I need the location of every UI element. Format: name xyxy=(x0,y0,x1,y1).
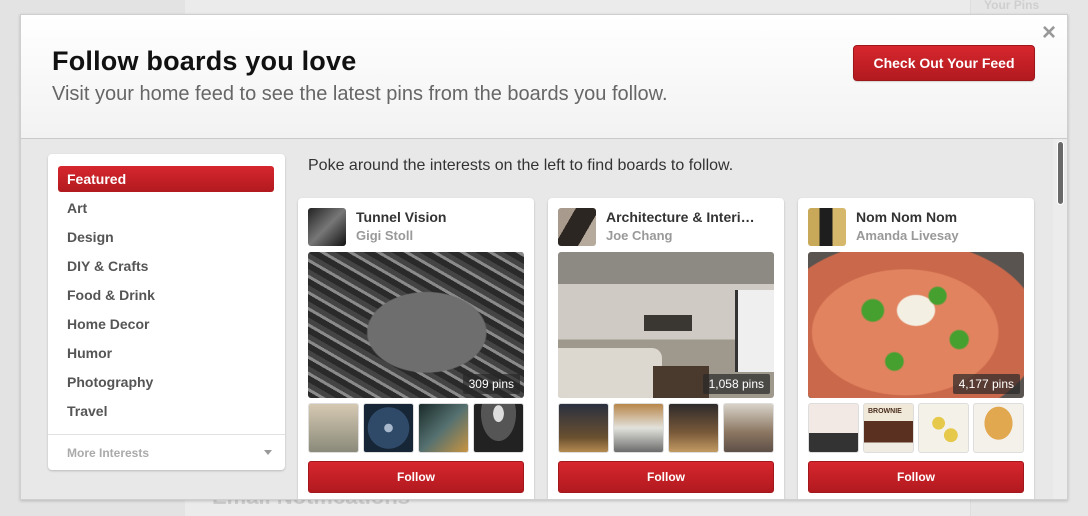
more-interests-label: More Interests xyxy=(67,446,150,460)
sidebar-item-diy-crafts[interactable]: DIY & Crafts xyxy=(58,253,274,279)
sidebar-item-design[interactable]: Design xyxy=(58,224,274,250)
cover-tv-detail xyxy=(644,314,692,331)
pin-thumbnail[interactable] xyxy=(558,403,609,453)
pin-thumbnail[interactable] xyxy=(808,403,859,453)
sidebar-item-travel[interactable]: Travel xyxy=(58,398,274,424)
cover-sofa-detail xyxy=(558,348,662,398)
modal-header: Follow boards you love Visit your home f… xyxy=(21,15,1067,139)
board-cover-image[interactable]: 309 pins xyxy=(308,252,524,398)
follow-boards-modal: Follow boards you love Visit your home f… xyxy=(20,14,1068,500)
sidebar-item-art[interactable]: Art xyxy=(58,195,274,221)
follow-button[interactable]: Follow xyxy=(558,461,774,493)
pin-thumbnail[interactable] xyxy=(363,403,414,453)
interests-sidebar: Featured Art Design DIY & Crafts Food & … xyxy=(48,154,285,470)
thumbnail-caption: BROWNIE xyxy=(868,408,902,415)
board-thumbnails xyxy=(308,403,524,453)
pin-thumbnail[interactable] xyxy=(473,403,524,453)
sidebar-item-featured[interactable]: Featured xyxy=(58,166,274,192)
pin-thumbnail[interactable] xyxy=(613,403,664,453)
pin-count-badge: 309 pins xyxy=(462,374,520,394)
pin-count-badge: 4,177 pins xyxy=(952,374,1020,394)
pin-count-badge: 1,058 pins xyxy=(702,374,770,394)
pin-thumbnail[interactable]: BROWNIE xyxy=(863,403,914,453)
board-card: Tunnel Vision Gigi Stoll 309 pins Follow xyxy=(298,198,534,499)
sidebar-item-food-drink[interactable]: Food & Drink xyxy=(58,282,274,308)
follow-button[interactable]: Follow xyxy=(808,461,1024,493)
board-cover-image[interactable]: 4,177 pins xyxy=(808,252,1024,398)
cover-window-detail xyxy=(735,289,774,372)
owner-avatar[interactable] xyxy=(808,208,846,246)
owner-avatar[interactable] xyxy=(558,208,596,246)
close-icon[interactable]: × xyxy=(1039,21,1059,45)
pin-thumbnail[interactable] xyxy=(418,403,469,453)
pin-thumbnail[interactable] xyxy=(918,403,969,453)
intro-text: Poke around the interests on the left to… xyxy=(308,157,734,174)
modal-subtitle: Visit your home feed to see the latest p… xyxy=(52,83,668,105)
cover-table-detail xyxy=(653,365,710,398)
board-thumbnails: BROWNIE xyxy=(808,403,1024,453)
modal-title: Follow boards you love xyxy=(52,46,357,76)
sidebar-item-home-decor[interactable]: Home Decor xyxy=(58,311,274,337)
more-interests-dropdown[interactable]: More Interests xyxy=(48,435,285,470)
sidebar-item-humor[interactable]: Humor xyxy=(58,340,274,366)
board-owner[interactable]: Joe Chang xyxy=(606,228,672,243)
board-title[interactable]: Tunnel Vision xyxy=(356,209,526,225)
pin-thumbnail[interactable] xyxy=(668,403,719,453)
check-out-feed-button[interactable]: Check Out Your Feed xyxy=(853,45,1035,81)
sidebar-item-photography[interactable]: Photography xyxy=(58,369,274,395)
scrollbar-thumb[interactable] xyxy=(1057,141,1064,205)
board-cover-image[interactable]: 1,058 pins xyxy=(558,252,774,398)
follow-button[interactable]: Follow xyxy=(308,461,524,493)
board-owner[interactable]: Gigi Stoll xyxy=(356,228,413,243)
chevron-down-icon xyxy=(264,450,272,455)
background-your-pins-link: Your Pins xyxy=(984,0,1040,12)
pin-thumbnail[interactable] xyxy=(308,403,359,453)
board-thumbnails xyxy=(558,403,774,453)
board-title[interactable]: Nom Nom Nom xyxy=(856,209,1026,225)
pin-thumbnail[interactable] xyxy=(973,403,1024,453)
owner-avatar[interactable] xyxy=(308,208,346,246)
board-owner[interactable]: Amanda Livesay xyxy=(856,228,959,243)
board-title[interactable]: Architecture & Interi… xyxy=(606,209,776,225)
board-card: Architecture & Interi… Joe Chang 1,058 p… xyxy=(548,198,784,499)
pin-thumbnail[interactable] xyxy=(723,403,774,453)
board-card: Nom Nom Nom Amanda Livesay 4,177 pins BR… xyxy=(798,198,1034,499)
